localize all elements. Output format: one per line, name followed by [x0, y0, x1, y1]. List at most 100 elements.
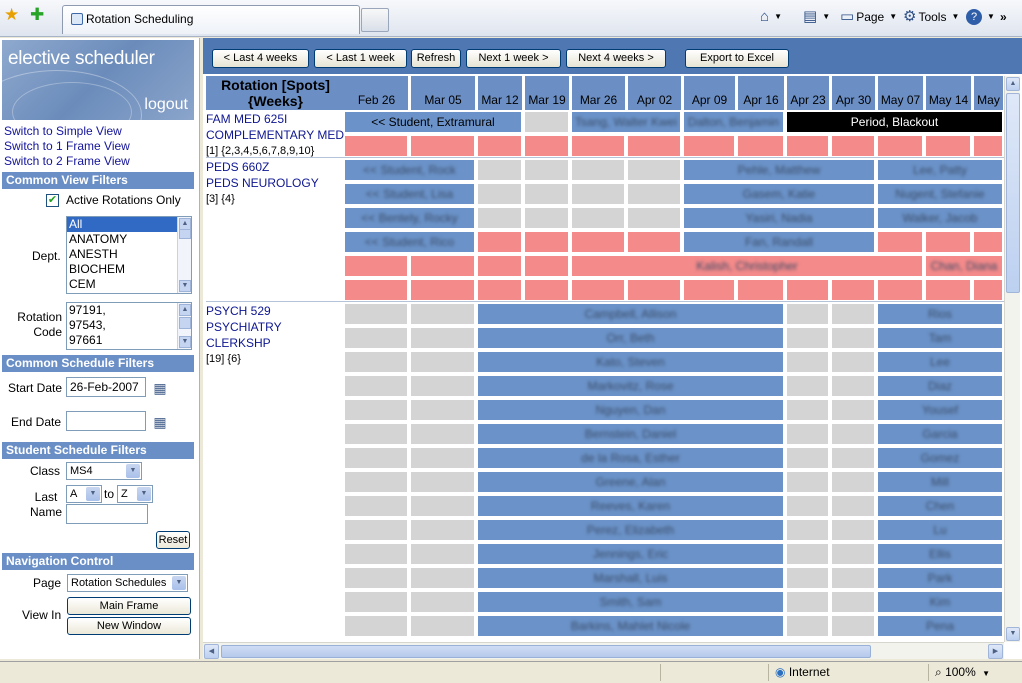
schedule-cell[interactable] [832, 544, 874, 564]
blackout-block[interactable]: Period, Blackout [787, 112, 1002, 132]
schedule-cell[interactable] [684, 136, 734, 156]
schedule-cell[interactable] [345, 328, 407, 348]
schedule-cell[interactable] [628, 160, 680, 180]
schedule-cell[interactable] [787, 496, 828, 516]
rotation-code[interactable]: PSYCH 529 [206, 303, 346, 319]
scroll-thumb[interactable] [1006, 93, 1020, 293]
schedule-cell[interactable]: Lee [878, 352, 1002, 372]
active-rotations-checkbox[interactable]: ✔ [46, 194, 59, 207]
scroll-up-icon[interactable]: ▲ [179, 304, 191, 316]
schedule-cell[interactable] [878, 280, 922, 300]
schedule-cell[interactable]: Orr, Beth [478, 328, 783, 348]
schedule-cell[interactable] [572, 208, 624, 228]
schedule-cell[interactable]: Jennings, Eric [478, 544, 783, 564]
schedule-cell[interactable] [411, 568, 474, 588]
schedule-cell[interactable] [832, 280, 874, 300]
schedule-cell[interactable] [478, 256, 521, 276]
rotation-code-option[interactable]: 97191, [67, 303, 191, 318]
schedule-cell[interactable] [926, 232, 970, 252]
class-select[interactable]: MS4 ▼ [66, 462, 142, 480]
schedule-cell[interactable] [345, 496, 407, 516]
schedule-cell[interactable]: Barkins, Mahlet Nicole [478, 616, 783, 636]
scroll-right-icon[interactable]: ▶ [988, 644, 1003, 659]
schedule-cell[interactable] [787, 400, 828, 420]
schedule-cell[interactable]: Pena [878, 616, 1002, 636]
rotation-name[interactable]: PEDS NEUROLOGY [206, 175, 346, 191]
refresh-button[interactable]: Refresh [411, 49, 461, 68]
schedule-cell[interactable] [525, 256, 568, 276]
scroll-thumb[interactable] [179, 317, 191, 329]
schedule-cell[interactable] [787, 592, 828, 612]
schedule-cell[interactable]: Kalish, Christopher [572, 256, 922, 276]
dept-listbox[interactable]: All ANATOMY ANESTH BIOCHEM CEM ▲ ▼ [66, 216, 192, 294]
rotation-code-scrollbar[interactable]: ▲ ▼ [177, 303, 191, 349]
schedule-cell[interactable]: Gasem, Katie [684, 184, 874, 204]
schedule-cell[interactable] [832, 328, 874, 348]
logout-link[interactable]: logout [144, 96, 188, 114]
schedule-cell[interactable]: Bernstein, Daniel [478, 424, 783, 444]
schedule-cell[interactable] [525, 184, 568, 204]
schedule-cell[interactable] [878, 136, 922, 156]
schedule-cell[interactable]: Perez, Elizabeth [478, 520, 783, 540]
schedule-cell[interactable] [628, 280, 680, 300]
schedule-cell[interactable] [832, 424, 874, 444]
schedule-cell[interactable] [411, 472, 474, 492]
schedule-cell[interactable] [411, 616, 474, 636]
rotation-code[interactable]: FAM MED 625I [206, 111, 346, 127]
more-button[interactable]: » [1000, 7, 1007, 27]
schedule-cell[interactable] [926, 280, 970, 300]
schedule-cell[interactable] [411, 328, 474, 348]
schedule-cell[interactable]: Fan, Randall [684, 232, 874, 252]
schedule-cell[interactable] [478, 184, 521, 204]
schedule-cell[interactable] [926, 136, 970, 156]
schedule-cell[interactable]: Yousef [878, 400, 1002, 420]
dept-option[interactable]: All [67, 217, 191, 232]
scroll-thumb[interactable] [179, 229, 191, 239]
main-frame-button[interactable]: Main Frame [67, 597, 191, 615]
schedule-cell[interactable] [832, 448, 874, 468]
schedule-cell[interactable] [628, 184, 680, 204]
schedule-cell[interactable] [478, 280, 521, 300]
schedule-cell[interactable]: Pehle, Matthew [684, 160, 874, 180]
schedule-cell[interactable]: Nguyen, Dan [478, 400, 783, 420]
dept-option[interactable]: ANESTH [67, 247, 191, 262]
schedule-cell[interactable] [478, 232, 521, 252]
scroll-down-icon[interactable]: ▼ [179, 336, 191, 348]
dept-scrollbar[interactable]: ▲ ▼ [177, 217, 191, 293]
last-name-input[interactable] [66, 504, 148, 524]
rotation-code-option[interactable]: 97543, [67, 318, 191, 333]
schedule-cell[interactable]: Tam [878, 328, 1002, 348]
schedule-cell[interactable] [345, 352, 407, 372]
schedule-cell[interactable] [411, 256, 474, 276]
schedule-cell[interactable]: Nugent, Stefanie [878, 184, 1002, 204]
schedule-cell[interactable] [572, 232, 624, 252]
schedule-cell[interactable] [345, 376, 407, 396]
schedule-cell[interactable]: Tsang, Walter Kwei [572, 112, 680, 132]
schedule-cell[interactable] [411, 496, 474, 516]
schedule-cell[interactable] [832, 400, 874, 420]
favorites-star-icon[interactable]: ★ [4, 6, 19, 24]
schedule-cell[interactable] [832, 496, 874, 516]
schedule-cell[interactable] [345, 304, 407, 324]
schedule-cell[interactable]: Chan, Diana [926, 256, 1002, 276]
add-favorite-icon[interactable]: ✚ [30, 6, 44, 24]
schedule-cell[interactable] [787, 448, 828, 468]
switch-2-frame-view-link[interactable]: Switch to 2 Frame View [4, 154, 130, 168]
schedule-cell[interactable] [572, 136, 624, 156]
schedule-cell[interactable] [411, 304, 474, 324]
scroll-up-icon[interactable]: ▲ [1006, 77, 1020, 91]
last-1-week-button[interactable]: < Last 1 week [314, 49, 407, 68]
schedule-cell[interactable] [345, 280, 407, 300]
schedule-cell[interactable] [974, 136, 1002, 156]
schedule-cell[interactable]: Park [878, 568, 1002, 588]
schedule-cell[interactable] [411, 424, 474, 444]
schedule-cell[interactable] [832, 592, 874, 612]
schedule-cell[interactable] [787, 352, 828, 372]
schedule-cell[interactable]: Campbell, Allison [478, 304, 783, 324]
schedule-cell[interactable] [787, 568, 828, 588]
schedule-cell[interactable] [411, 448, 474, 468]
schedule-cell[interactable] [787, 472, 828, 492]
schedule-cell[interactable] [345, 424, 407, 444]
scroll-thumb[interactable] [221, 645, 871, 658]
grid-horizontal-scrollbar[interactable]: ◀ ▶ [203, 642, 1004, 659]
